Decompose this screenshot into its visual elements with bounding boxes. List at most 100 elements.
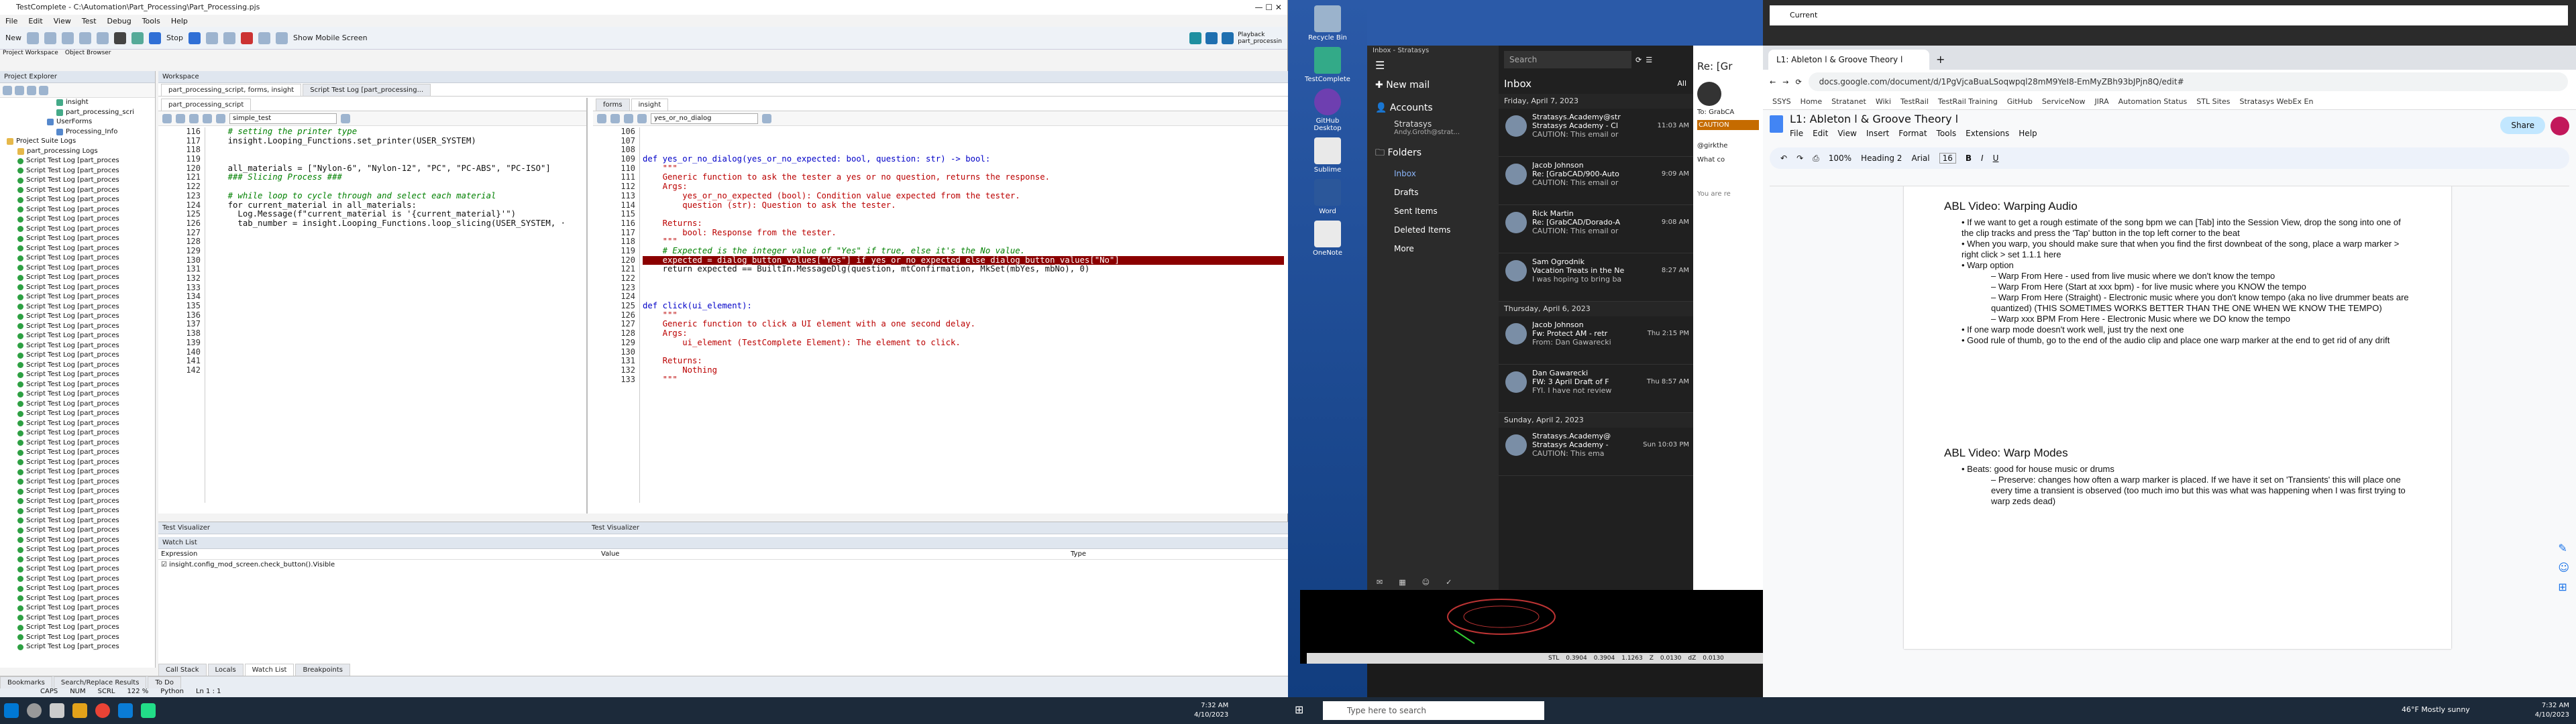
menu-view[interactable]: View xyxy=(54,17,71,25)
run-icon[interactable] xyxy=(131,32,144,44)
redo-icon[interactable]: ↷ xyxy=(1796,154,1803,163)
forward-icon[interactable] xyxy=(637,113,647,123)
tab-part-processing-script[interactable]: part_processing_script, forms, insight xyxy=(161,84,302,96)
menu-help[interactable]: Help xyxy=(171,17,188,25)
log-entry[interactable]: Script Test Log [part_proces xyxy=(3,438,155,448)
log-entry[interactable]: Script Test Log [part_proces xyxy=(3,351,155,361)
log-entry[interactable]: Script Test Log [part_proces xyxy=(3,516,155,526)
log-entry[interactable]: Script Test Log [part_proces xyxy=(3,526,155,536)
todo-icon[interactable]: ✓ xyxy=(1446,578,1452,587)
log-entry[interactable]: Script Test Log [part_proces xyxy=(3,166,155,176)
doc-page[interactable]: ABL Video: Warping Audio • If we want to … xyxy=(1904,186,2451,649)
search-icon[interactable] xyxy=(27,703,42,718)
save-all-icon[interactable] xyxy=(62,32,74,44)
outdent-icon[interactable] xyxy=(176,113,185,123)
log-entry[interactable]: Script Test Log [part_proces xyxy=(3,419,155,429)
log-entry[interactable]: Script Test Log [part_proces xyxy=(3,594,155,604)
log-entry[interactable]: Script Test Log [part_proces xyxy=(3,400,155,410)
pause-icon[interactable] xyxy=(189,32,201,44)
doc-title[interactable]: L1: Ableton l & Groove Theory l xyxy=(1790,113,1958,125)
tree-item-part-processing-script[interactable]: part_processing_scri xyxy=(3,108,155,118)
mobile-icon[interactable] xyxy=(276,32,288,44)
bookmark-ssys[interactable]: SSYS xyxy=(1772,97,1791,106)
log-entry[interactable]: Script Test Log [part_proces xyxy=(3,186,155,196)
forward-icon[interactable] xyxy=(216,113,225,123)
tree-item-insight[interactable]: insight xyxy=(3,98,155,108)
save-icon[interactable] xyxy=(44,32,56,44)
open-icon[interactable] xyxy=(27,32,39,44)
style-select[interactable]: Heading 2 xyxy=(1861,154,1902,163)
chrome-icon[interactable] xyxy=(95,703,110,718)
indent-icon[interactable] xyxy=(597,113,606,123)
docs-menu-help[interactable]: Help xyxy=(2019,129,2037,138)
new-tab-button[interactable]: + xyxy=(1929,53,1951,70)
filter-icon[interactable]: ☰ xyxy=(1646,56,1652,64)
address-bar[interactable]: docs.google.com/document/d/1PgVjcaBuaLSo… xyxy=(1808,72,2568,91)
task-view-icon[interactable] xyxy=(50,703,64,718)
log-entry[interactable]: Script Test Log [part_proces xyxy=(3,312,155,322)
log-entry[interactable]: Script Test Log [part_proces xyxy=(3,487,155,497)
calendar-icon[interactable]: ▦ xyxy=(1399,578,1405,587)
log-entry[interactable]: Script Test Log [part_proces xyxy=(3,506,155,516)
redo-icon[interactable] xyxy=(97,32,109,44)
log-entry[interactable]: Script Test Log [part_proces xyxy=(3,633,155,643)
tree-item-userforms[interactable]: UserForms xyxy=(3,117,155,127)
log-entry[interactable]: Script Test Log [part_proces xyxy=(3,477,155,487)
log-entry[interactable]: Script Test Log [part_proces xyxy=(3,244,155,254)
mail-item[interactable]: Rick Martin Re: [GrabCAD/Dorado-A CAUTION:… xyxy=(1499,205,1693,253)
outlook-icon[interactable] xyxy=(118,703,133,718)
log-entry[interactable]: Script Test Log [part_proces xyxy=(3,409,155,419)
mail-item[interactable]: Stratasys.Academy@ Stratasys Academy - CAU… xyxy=(1499,428,1693,476)
log-entry[interactable]: Script Test Log [part_proces xyxy=(3,380,155,390)
bookmark-stl-sites[interactable]: STL Sites xyxy=(2196,97,2230,106)
emoji-icon[interactable]: ☺ xyxy=(2558,561,2569,574)
run-routine-icon[interactable] xyxy=(341,113,350,123)
bookmark-testrail-training[interactable]: TestRail Training xyxy=(1938,97,1998,106)
tab-project-workspace[interactable]: Project Workspace xyxy=(3,50,58,56)
filter-icon[interactable] xyxy=(15,85,24,95)
font-size-input[interactable]: 16 xyxy=(1939,153,1956,164)
start-icon[interactable] xyxy=(4,703,19,718)
bookmark-jira[interactable]: JIRA xyxy=(2094,97,2108,106)
log-entry[interactable]: Script Test Log [part_proces xyxy=(3,555,155,565)
docs-menu-edit[interactable]: Edit xyxy=(1813,129,1828,138)
tab-script-test-log[interactable]: Script Test Log [part_processing... xyxy=(303,84,431,96)
hamburger-icon[interactable]: ☰ xyxy=(1367,56,1499,74)
back-icon[interactable] xyxy=(203,113,212,123)
show-mobile-screen-button[interactable]: Show Mobile Screen xyxy=(293,34,368,42)
back-icon[interactable]: ← xyxy=(1770,78,1776,86)
bookmark-home[interactable]: Home xyxy=(1801,97,1822,106)
col-value[interactable]: Value xyxy=(601,549,1071,559)
stop-button[interactable]: Stop xyxy=(166,34,183,42)
log-entry[interactable]: Script Test Log [part_proces xyxy=(3,302,155,312)
tab-locals[interactable]: Locals xyxy=(207,664,244,676)
tree-item-part-processing-logs[interactable]: part_processing Logs xyxy=(3,147,155,157)
stop-icon[interactable] xyxy=(149,32,161,44)
step-icon[interactable] xyxy=(206,32,219,44)
log-entry[interactable]: Script Test Log [part_proces xyxy=(3,389,155,400)
playback-icon[interactable] xyxy=(1189,32,1202,44)
folder-inbox[interactable]: Inbox xyxy=(1394,164,1499,183)
mail-search-input[interactable]: Search xyxy=(1504,51,1631,68)
desktop-icon-onenote[interactable]: OneNote xyxy=(1303,221,1352,257)
mail-item[interactable]: Sam Ogrodnik Vacation Treats in the Ne I w… xyxy=(1499,253,1693,302)
watch-row[interactable]: ☑ insight.config_mod_screen.check_button… xyxy=(158,560,1288,570)
testcomplete-task-icon[interactable] xyxy=(141,703,156,718)
right-function-select[interactable]: yes_or_no_dialog xyxy=(651,113,758,124)
log-entry[interactable]: Script Test Log [part_proces xyxy=(3,234,155,244)
docs-menu-extensions[interactable]: Extensions xyxy=(1966,129,2009,138)
italic-button[interactable]: I xyxy=(1981,154,1984,163)
log-entry[interactable]: Script Test Log [part_proces xyxy=(3,575,155,585)
left-code-editor[interactable]: 116 117 118 119 120 121 122 123 124 125 126 127 128 1… xyxy=(158,127,585,503)
indent-icon[interactable] xyxy=(162,113,172,123)
folder-more[interactable]: More xyxy=(1394,239,1499,258)
log-entry[interactable]: Script Test Log [part_proces xyxy=(3,467,155,477)
log-entry[interactable]: Script Test Log [part_proces xyxy=(3,292,155,302)
bookmark-servicenow[interactable]: ServiceNow xyxy=(2042,97,2086,106)
log-entry[interactable]: Script Test Log [part_proces xyxy=(3,545,155,555)
bookmark-testrail[interactable]: TestRail xyxy=(1900,97,1929,106)
print-icon[interactable]: ⎙ xyxy=(1813,154,1819,164)
tab-call-stack[interactable]: Call Stack xyxy=(158,664,207,676)
log-entry[interactable]: Script Test Log [part_proces xyxy=(3,225,155,235)
record-icon[interactable] xyxy=(114,32,126,44)
